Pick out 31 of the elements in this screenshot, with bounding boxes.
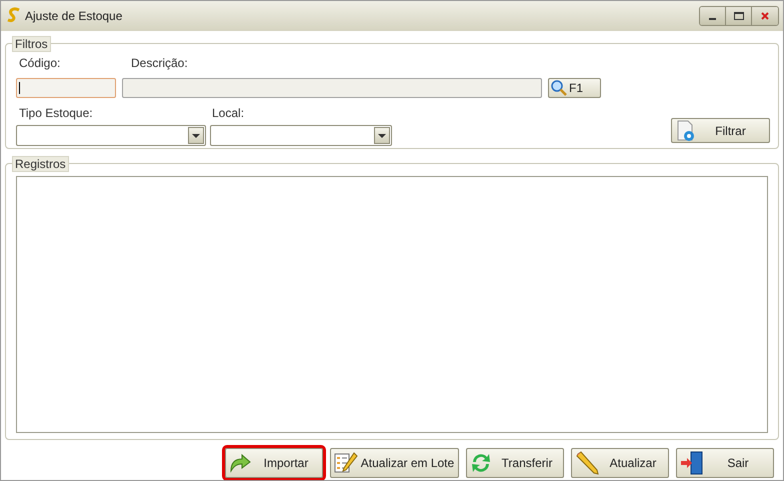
- close-button[interactable]: [752, 7, 778, 25]
- window-title: Ajuste de Estoque: [25, 8, 122, 25]
- refresh-arrows-icon: [470, 452, 492, 474]
- field-label: Tipo Estoque:: [18, 105, 94, 122]
- minimize-button[interactable]: [700, 7, 726, 25]
- close-icon: [761, 12, 769, 20]
- field-label: Local:: [212, 105, 244, 122]
- search-button[interactable]: F1: [548, 78, 601, 98]
- field-label: Descrição:: [131, 55, 188, 72]
- action-button[interactable]: Atualizar: [571, 448, 669, 478]
- group-legend: Registros: [12, 156, 69, 172]
- action-button[interactable]: Importar: [225, 448, 323, 478]
- magnifier-icon: [551, 80, 567, 96]
- stock-type-dropdown[interactable]: [16, 125, 206, 146]
- field-label: Código:: [18, 55, 62, 72]
- curved-arrow-icon: [229, 453, 251, 473]
- group-legend: Filtros: [12, 36, 51, 52]
- door-exit-icon: [680, 451, 704, 475]
- description-field[interactable]: [122, 78, 542, 98]
- action-button[interactable]: Sair: [676, 448, 774, 478]
- dropdown-arrow-icon: [192, 134, 200, 138]
- location-dropdown[interactable]: [210, 125, 392, 146]
- action-button[interactable]: Transferir: [466, 448, 564, 478]
- list-pencil-icon: [334, 452, 358, 474]
- code-field[interactable]: [16, 78, 116, 98]
- action-button[interactable]: Atualizar em Lote: [330, 448, 459, 478]
- pencil-icon: [575, 451, 599, 475]
- dropdown-arrow-icon: [378, 134, 386, 138]
- filter-button[interactable]: Filtrar: [671, 118, 770, 143]
- maximize-button[interactable]: [726, 7, 752, 25]
- document-refresh-icon: [676, 120, 696, 142]
